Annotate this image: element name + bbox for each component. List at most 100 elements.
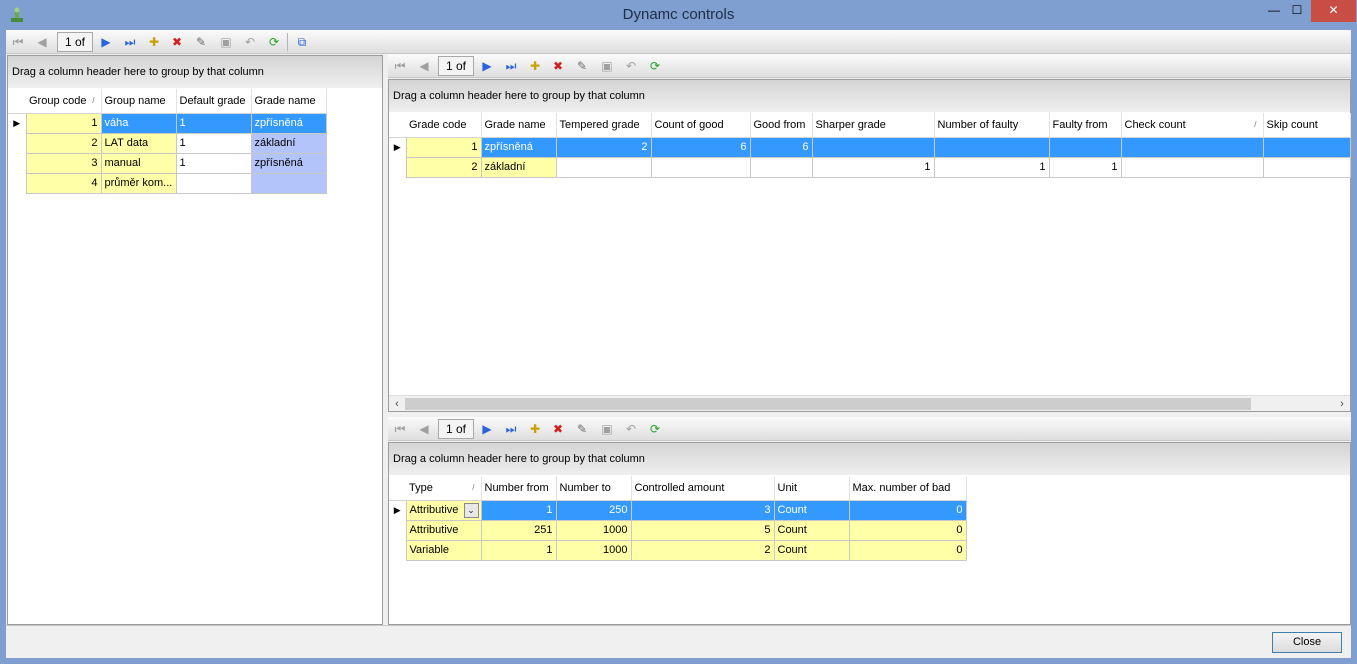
table-row[interactable]: 2 základní 1 1 1: [389, 156, 1351, 178]
cell-group-name[interactable]: váha: [100, 112, 177, 134]
add-record-icon[interactable]: ✚: [146, 34, 162, 50]
cancel-edit-icon[interactable]: ↶: [623, 421, 639, 437]
cancel-edit-icon[interactable]: ↶: [242, 34, 258, 50]
column-header-number-to[interactable]: Number to: [556, 476, 632, 501]
group-by-area[interactable]: Drag a column header here to group by th…: [8, 56, 382, 88]
save-record-icon[interactable]: ▣: [599, 421, 615, 437]
cell-default-grade[interactable]: [175, 172, 252, 194]
refresh-icon[interactable]: ⟳: [647, 421, 663, 437]
cell-type[interactable]: Attributive: [405, 519, 482, 541]
cell-unit[interactable]: Count: [773, 539, 850, 561]
cell-skip-count[interactable]: [1262, 156, 1351, 178]
cell-tempered-grade[interactable]: 2: [555, 136, 652, 158]
cell-group-code[interactable]: 4: [25, 172, 102, 194]
edit-record-icon[interactable]: ✎: [574, 58, 590, 74]
edit-record-icon[interactable]: ✎: [193, 34, 209, 50]
delete-record-icon[interactable]: ✖: [169, 34, 185, 50]
cell-check-count[interactable]: [1120, 156, 1264, 178]
close-button[interactable]: Close: [1272, 632, 1342, 653]
column-header-max-number-of-bad[interactable]: Max. number of bad: [849, 476, 967, 501]
minimize-button[interactable]: —: [1262, 0, 1286, 22]
column-header-controlled-amount[interactable]: Controlled amount: [631, 476, 775, 501]
column-header-count-of-good[interactable]: Count of good: [651, 113, 751, 138]
column-header-tempered-grade[interactable]: Tempered grade: [556, 113, 652, 138]
record-position[interactable]: 1 of 4: [57, 32, 93, 67]
delete-record-icon[interactable]: ✖: [550, 58, 566, 74]
cell-good-from[interactable]: 6: [749, 136, 813, 158]
horizontal-scrollbar[interactable]: ‹ ›: [389, 395, 1350, 411]
chevron-down-icon[interactable]: ⌄: [463, 502, 479, 518]
cell-count-of-good[interactable]: 6: [650, 136, 751, 158]
cell-grade-code[interactable]: 2: [405, 156, 482, 178]
delete-record-icon[interactable]: ✖: [550, 421, 566, 437]
cell-max-number-of-bad[interactable]: 0: [848, 499, 967, 521]
table-row[interactable]: Variable 1 1000 2 Count 0: [389, 539, 967, 561]
record-position[interactable]: 1 of 2: [438, 56, 474, 91]
scroll-right-icon[interactable]: ›: [1334, 396, 1350, 412]
cancel-edit-icon[interactable]: ↶: [623, 58, 639, 74]
cell-grade-name[interactable]: zpřísněná: [480, 136, 557, 158]
copy-icon[interactable]: ⧉: [294, 34, 310, 50]
cell-group-name[interactable]: LAT data: [100, 132, 177, 154]
cell-max-number-of-bad[interactable]: 0: [848, 519, 967, 541]
cell-good-from[interactable]: [749, 156, 813, 178]
cell-group-code[interactable]: 2: [25, 132, 102, 154]
cell-controlled-amount[interactable]: 2: [630, 539, 775, 561]
cell-group-code[interactable]: 1: [25, 112, 102, 134]
cell-type-combo[interactable]: Attributive ⌄: [405, 499, 482, 521]
cell-faulty-from[interactable]: 1: [1048, 156, 1122, 178]
column-header-grade-code[interactable]: Grade code: [406, 113, 482, 138]
table-row[interactable]: ▶ 1 zpřísněná 2 6 6: [389, 136, 1351, 158]
refresh-icon[interactable]: ⟳: [647, 58, 663, 74]
save-record-icon[interactable]: ▣: [599, 58, 615, 74]
cell-number-from[interactable]: 1: [480, 539, 557, 561]
cell-group-name[interactable]: průměr kom...: [100, 172, 177, 194]
column-header-group-code[interactable]: Group code /: [26, 89, 102, 114]
table-row[interactable]: ▶ Attributive ⌄ 1 250 3 Count 0: [389, 499, 967, 521]
cell-group-code[interactable]: 3: [25, 152, 102, 174]
column-header-skip-count[interactable]: Skip count: [1263, 113, 1351, 138]
previous-record-icon[interactable]: ◀: [416, 421, 432, 437]
cell-type[interactable]: Variable: [405, 539, 482, 561]
cell-grade-name[interactable]: základní: [250, 132, 327, 154]
cell-number-from[interactable]: 1: [480, 499, 557, 521]
record-position[interactable]: 1 of 3: [438, 419, 474, 454]
cell-default-grade[interactable]: 1: [175, 112, 252, 134]
scrollbar-thumb[interactable]: [405, 398, 1251, 410]
column-header-number-from[interactable]: Number from: [481, 476, 557, 501]
table-row[interactable]: ▶ 1 váha 1 zpřísněná: [8, 112, 327, 134]
cell-grade-name[interactable]: zpřísněná: [250, 152, 327, 174]
table-row[interactable]: Attributive 251 1000 5 Count 0: [389, 519, 967, 541]
group-by-area[interactable]: Drag a column header here to group by th…: [389, 443, 1350, 475]
first-record-icon[interactable]: ⏮: [10, 34, 26, 50]
cell-skip-count[interactable]: [1262, 136, 1351, 158]
column-header-group-name[interactable]: Group name: [101, 89, 177, 114]
column-header-sharper-grade[interactable]: Sharper grade: [812, 113, 935, 138]
edit-record-icon[interactable]: ✎: [574, 421, 590, 437]
cell-sharper-grade[interactable]: 1: [811, 156, 935, 178]
save-record-icon[interactable]: ▣: [218, 34, 234, 50]
column-header-default-grade[interactable]: Default grade: [176, 89, 252, 114]
cell-unit[interactable]: Count: [773, 499, 850, 521]
scroll-left-icon[interactable]: ‹: [389, 396, 405, 412]
add-record-icon[interactable]: ✚: [527, 58, 543, 74]
cell-controlled-amount[interactable]: 5: [630, 519, 775, 541]
cell-unit[interactable]: Count: [773, 519, 850, 541]
cell-grade-name[interactable]: základní: [480, 156, 557, 178]
column-header-faulty-from[interactable]: Faulty from: [1049, 113, 1122, 138]
cell-group-name[interactable]: manual: [100, 152, 177, 174]
cell-controlled-amount[interactable]: 3: [630, 499, 775, 521]
last-record-icon[interactable]: ⏭: [122, 34, 138, 50]
cell-number-to[interactable]: 1000: [555, 539, 632, 561]
column-header-good-from[interactable]: Good from: [750, 113, 813, 138]
table-row[interactable]: 2 LAT data 1 základní: [8, 132, 327, 154]
close-window-button[interactable]: ✕: [1311, 0, 1356, 22]
column-header-grade-name[interactable]: Grade name: [481, 113, 557, 138]
next-record-icon[interactable]: ▶: [479, 58, 495, 74]
table-row[interactable]: 4 průměr kom...: [8, 172, 327, 194]
cell-grade-name[interactable]: zpřísněná: [250, 112, 327, 134]
add-record-icon[interactable]: ✚: [527, 421, 543, 437]
cell-max-number-of-bad[interactable]: 0: [848, 539, 967, 561]
next-record-icon[interactable]: ▶: [479, 421, 495, 437]
group-by-area[interactable]: Drag a column header here to group by th…: [389, 80, 1350, 112]
